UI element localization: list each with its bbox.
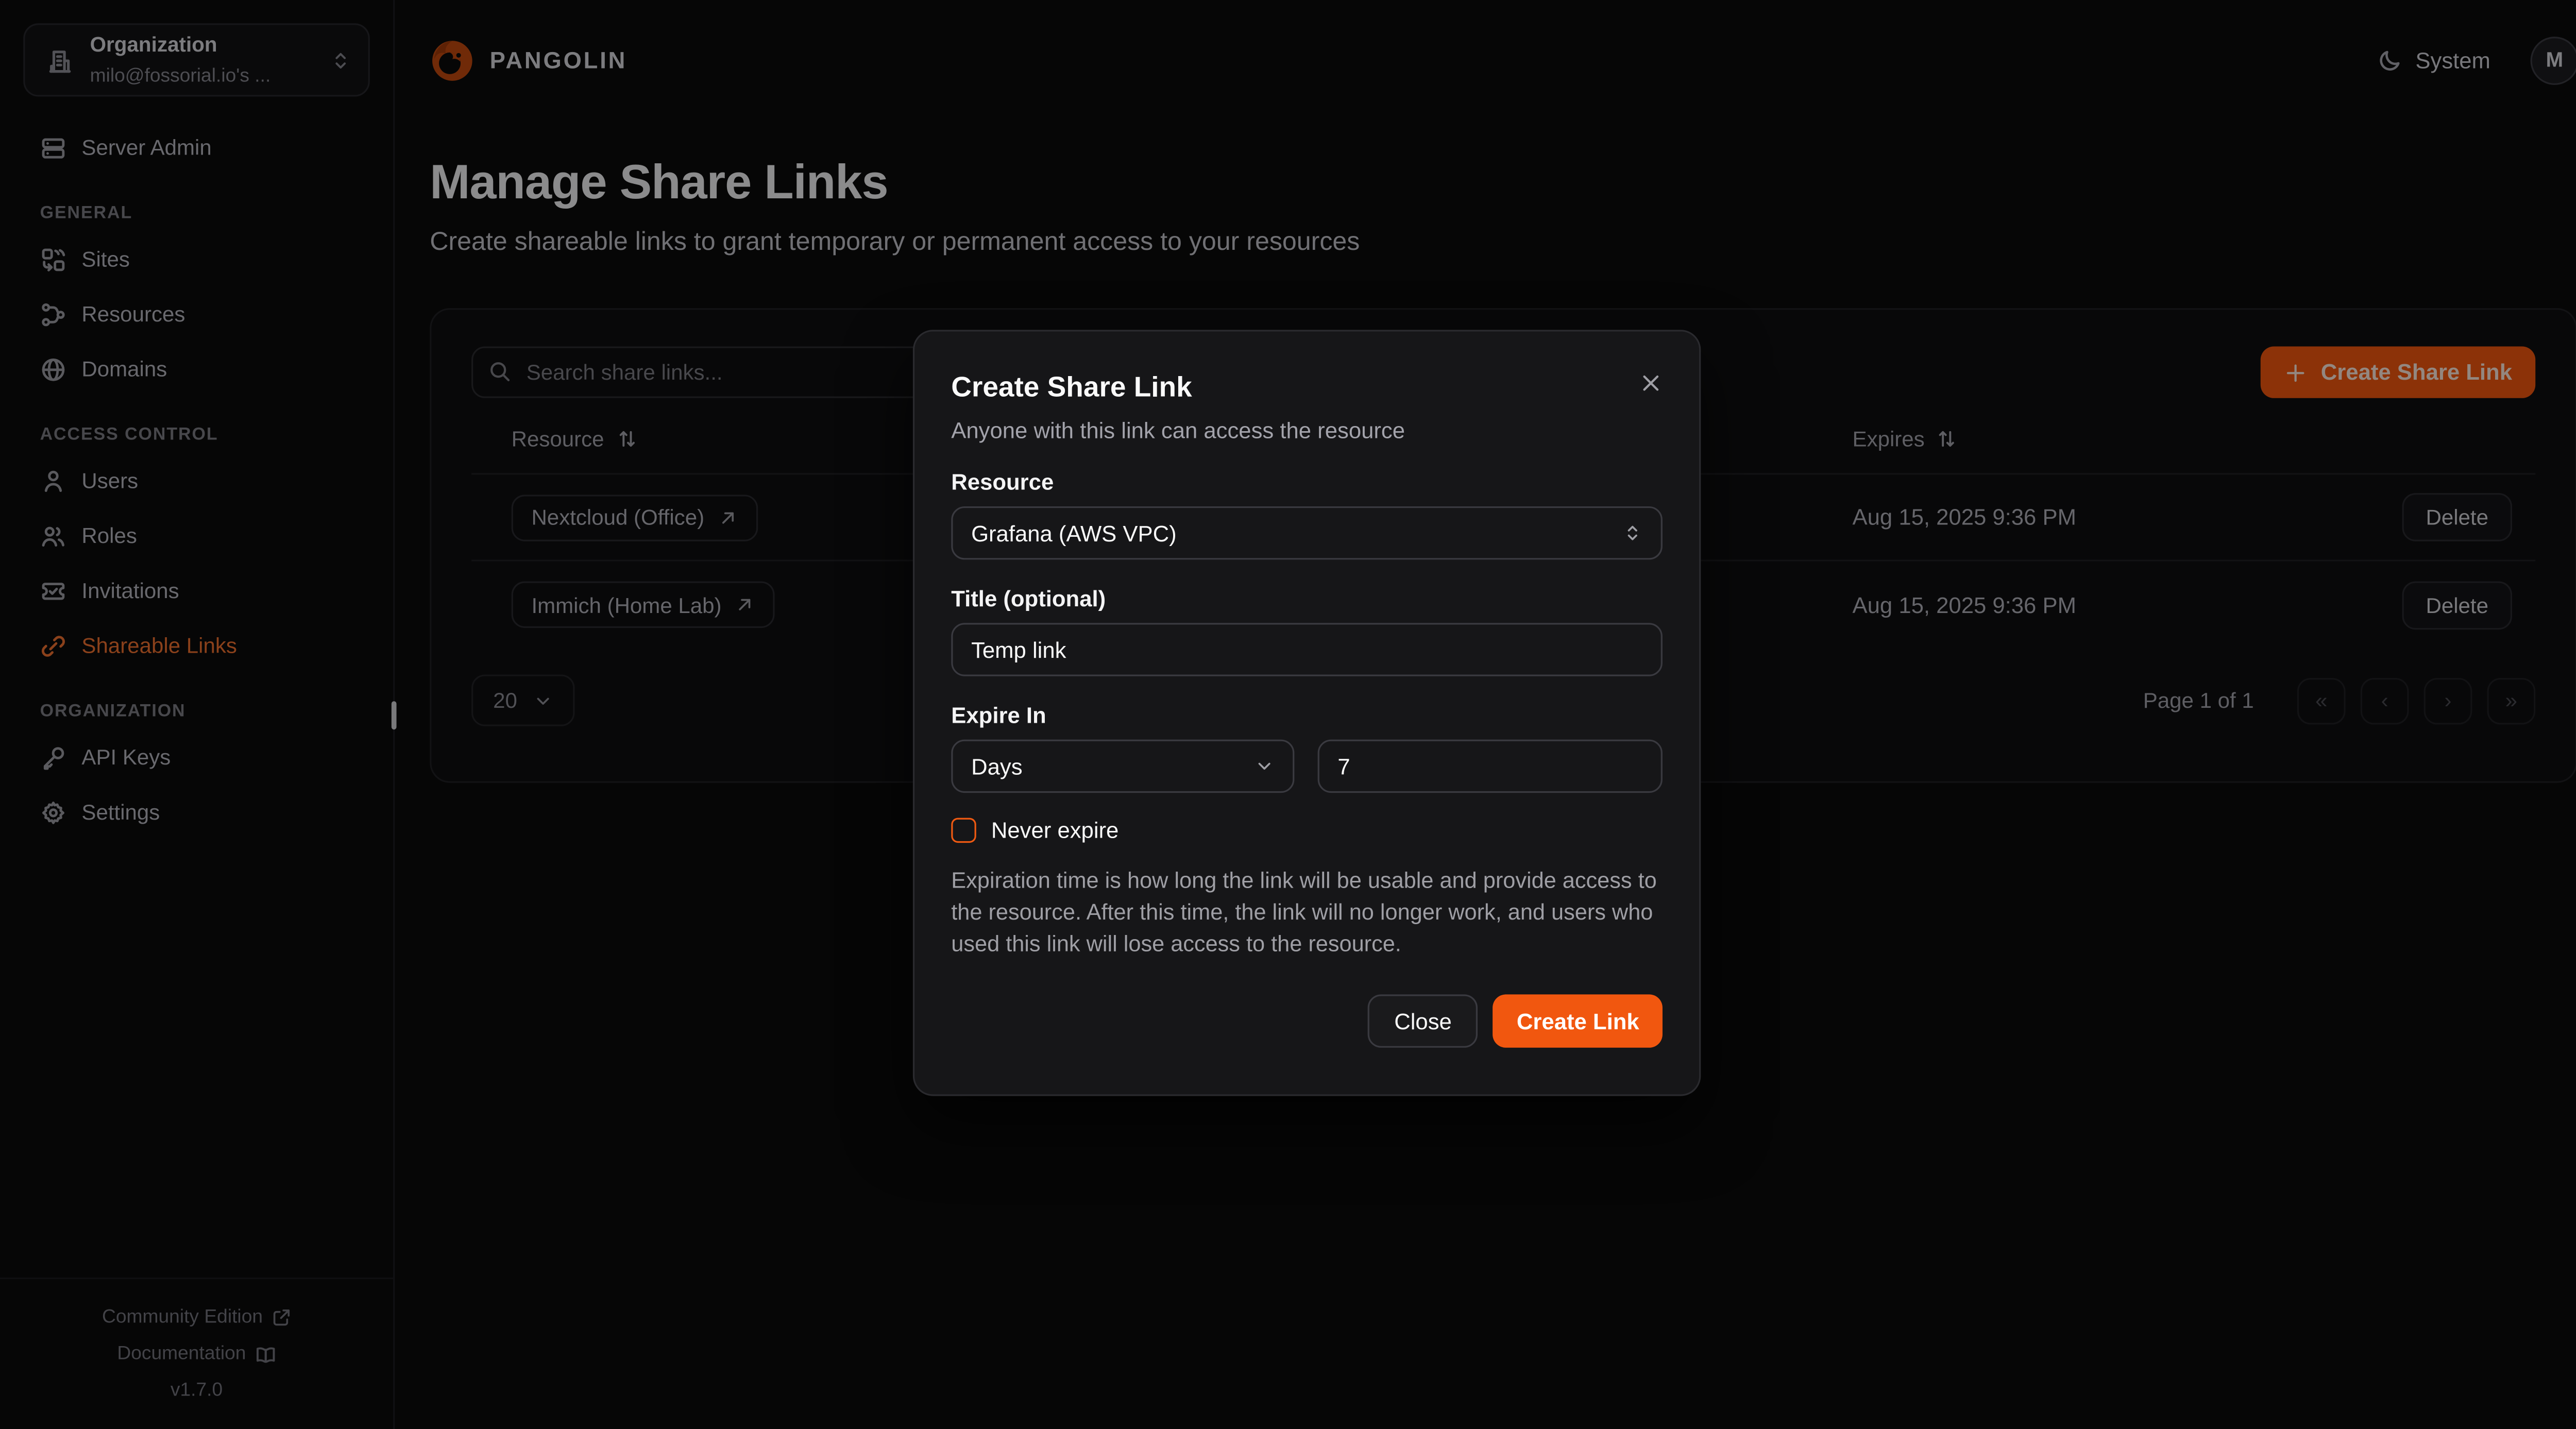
title-input[interactable] <box>951 623 1663 676</box>
expire-unit-value: Days <box>971 754 1022 779</box>
modal-close-button[interactable]: Close <box>1367 995 1478 1048</box>
title-label: Title (optional) <box>951 586 1663 611</box>
chevron-down-icon <box>1255 756 1275 776</box>
modal-subtitle: Anyone with this link can access the res… <box>951 418 1663 444</box>
chevrons-up-down-icon <box>1622 521 1642 545</box>
modal-title: Create Share Link <box>951 371 1663 405</box>
expiration-description: Expiration time is how long the link wil… <box>951 864 1663 960</box>
close-icon[interactable] <box>1636 368 1666 398</box>
resource-select-value: Grafana (AWS VPC) <box>971 520 1177 546</box>
resource-label: Resource <box>951 470 1663 495</box>
resource-select[interactable]: Grafana (AWS VPC) <box>951 506 1663 559</box>
app-root: Organization milo@fossorial.io's ... Ser… <box>0 0 2576 1429</box>
never-expire-checkbox[interactable] <box>951 818 976 843</box>
expire-unit-select[interactable]: Days <box>951 740 1294 793</box>
create-share-link-modal: Create Share Link Anyone with this link … <box>913 330 1701 1096</box>
modal-create-link-button[interactable]: Create Link <box>1494 995 1663 1048</box>
expire-value-input[interactable] <box>1318 740 1663 793</box>
expire-in-label: Expire In <box>951 703 1663 728</box>
never-expire-option[interactable]: Never expire <box>951 818 1663 843</box>
never-expire-label: Never expire <box>991 818 1118 843</box>
